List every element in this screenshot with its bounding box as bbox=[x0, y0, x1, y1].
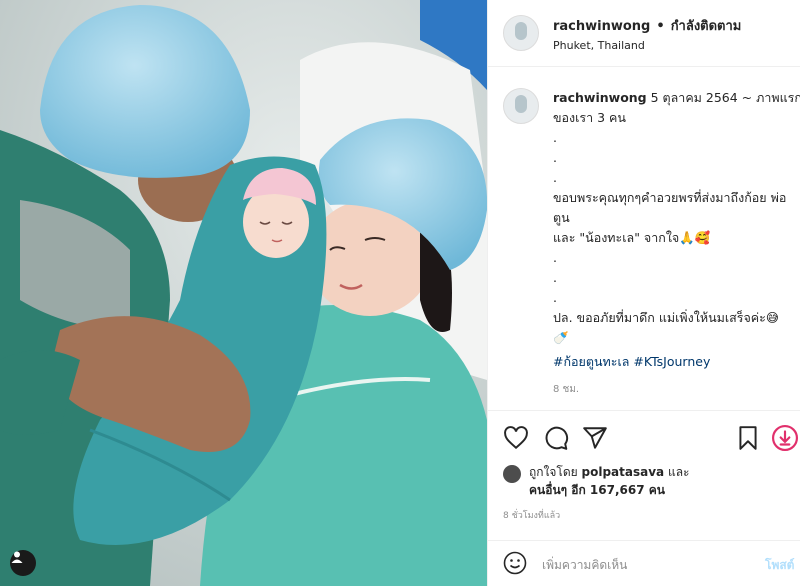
bookmark-icon[interactable] bbox=[735, 425, 761, 451]
caption-second-line: ของเรา 3 คน bbox=[553, 110, 626, 125]
tagged-user-icon[interactable] bbox=[10, 550, 36, 576]
header-line: rachwinwong • กำลังติดตาม bbox=[553, 15, 741, 36]
liker-username[interactable]: polpatasava bbox=[582, 465, 665, 479]
post-comment-button[interactable]: โพสต์ bbox=[765, 556, 794, 575]
caption-thanks: ขอบพระคุณทุกๆคำอวยพรที่ส่งมาถึงก้อย พ่อต… bbox=[553, 190, 787, 225]
likes-prefix: ถูกใจโดย bbox=[529, 465, 582, 479]
likes-text: ถูกใจโดย polpatasava และ คนอื่นๆ อีก 167… bbox=[529, 463, 690, 499]
caption-dot: . bbox=[553, 290, 557, 305]
caption-thanks-2: และ "น้องทะเล" จากใจ🙏🥰 bbox=[553, 230, 711, 245]
liker-avatar[interactable] bbox=[503, 465, 521, 483]
separator-dot: • bbox=[656, 18, 665, 34]
posted-ago[interactable]: 8 ชั่วโมงที่แล้ว bbox=[503, 508, 560, 522]
caption-ps: ปล. ขออภัยที่มาดึก แม่เพิ่งให้นมเสร็จค่ะ… bbox=[553, 310, 779, 325]
caption-body: rachwinwong 5 ตุลาคม 2564 ~ ภาพแรก ของเร… bbox=[553, 88, 800, 400]
author-username[interactable]: rachwinwong bbox=[553, 19, 650, 34]
action-bar bbox=[488, 410, 800, 462]
comment-input[interactable]: เพิ่มความคิดเห็น bbox=[542, 556, 627, 575]
photo-illustration bbox=[0, 0, 487, 586]
caption-username[interactable]: rachwinwong bbox=[553, 90, 647, 105]
caption-hashtags[interactable]: #ก้อยตูนทะเล #KTsJourney bbox=[553, 352, 798, 372]
heart-icon[interactable] bbox=[503, 425, 529, 451]
comment-icon[interactable] bbox=[543, 425, 569, 451]
person-glyph bbox=[11, 551, 23, 563]
header-text: rachwinwong • กำลังติดตาม Phuket, Thailand bbox=[553, 15, 741, 52]
download-icon[interactable] bbox=[772, 425, 798, 451]
post-side-panel: rachwinwong • กำลังติดตาม Phuket, Thailand… bbox=[487, 0, 800, 586]
post-location[interactable]: Phuket, Thailand bbox=[553, 39, 741, 52]
caption-avatar[interactable] bbox=[503, 88, 539, 124]
caption-dot: . bbox=[553, 130, 557, 145]
likes-others-link[interactable]: คนอื่นๆ อีก 167,667 คน bbox=[529, 483, 665, 497]
caption-dot: . bbox=[553, 150, 557, 165]
follow-status-button[interactable]: กำลังติดตาม bbox=[671, 19, 742, 34]
caption-ps-2: 🍼 bbox=[553, 330, 569, 345]
post-photo[interactable] bbox=[0, 0, 487, 586]
caption-dot: . bbox=[553, 250, 557, 265]
caption-first-line: 5 ตุลาคม 2564 ~ ภาพแรก bbox=[646, 90, 800, 105]
emoji-icon[interactable] bbox=[503, 551, 527, 575]
share-icon[interactable] bbox=[582, 425, 608, 451]
likes-summary: ถูกใจโดย polpatasava และ คนอื่นๆ อีก 167… bbox=[503, 463, 690, 499]
likes-middle: และ bbox=[664, 465, 690, 479]
post-modal: rachwinwong • กำลังติดตาม Phuket, Thailand… bbox=[0, 0, 800, 586]
caption-dot: . bbox=[553, 270, 557, 285]
caption-dot: . bbox=[553, 170, 557, 185]
author-avatar[interactable] bbox=[503, 15, 539, 51]
post-header: rachwinwong • กำลังติดตาม Phuket, Thailand bbox=[488, 0, 800, 67]
caption: rachwinwong 5 ตุลาคม 2564 ~ ภาพแรก ของเร… bbox=[488, 88, 800, 400]
comment-bar: เพิ่มความคิดเห็น โพสต์ bbox=[488, 540, 800, 586]
caption-time: 8 ชม. bbox=[553, 384, 580, 395]
